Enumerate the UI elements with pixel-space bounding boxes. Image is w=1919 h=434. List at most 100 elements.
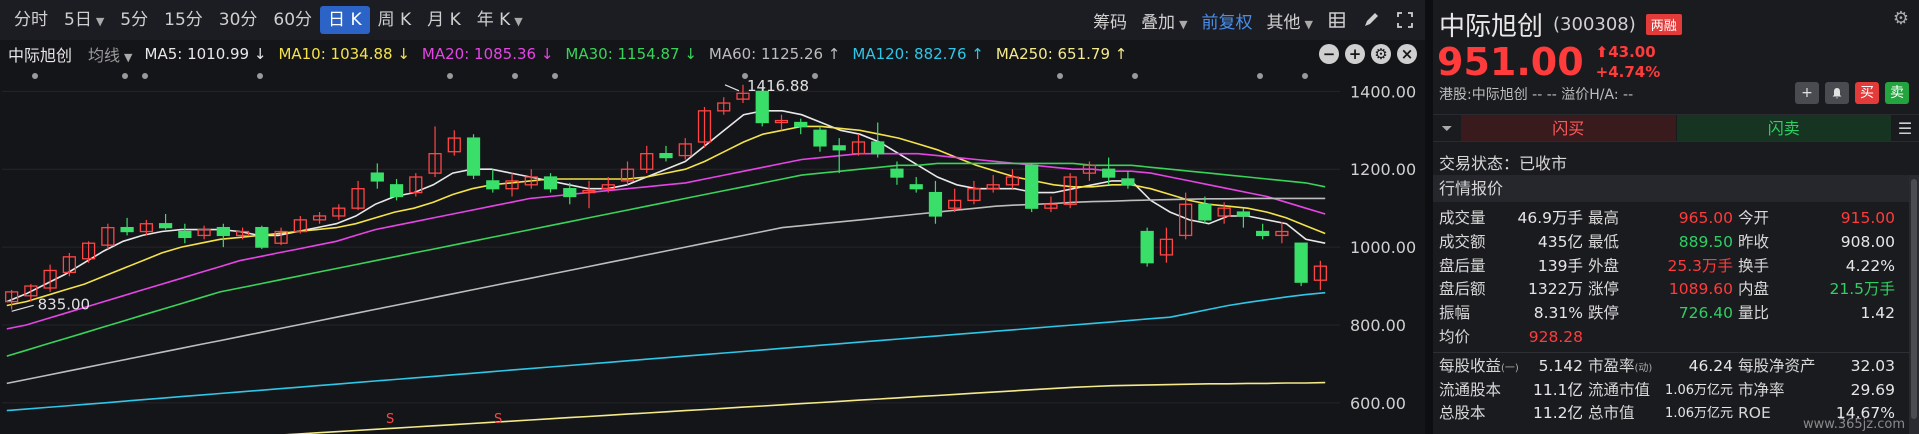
- candle[interactable]: [43, 264, 57, 292]
- candle[interactable]: [1005, 169, 1020, 189]
- candle[interactable]: [274, 227, 288, 246]
- alert-bell-button[interactable]: [1825, 82, 1849, 104]
- candle[interactable]: [813, 126, 827, 152]
- period-tab[interactable]: 5日 ▼: [56, 6, 112, 34]
- flash-sell-button[interactable]: 闪卖: [1676, 115, 1891, 141]
- candle[interactable]: [1275, 221, 1289, 244]
- candle[interactable]: [1256, 223, 1270, 240]
- chip-distribution-button[interactable]: 筹码: [1093, 8, 1127, 33]
- zoom-out-icon[interactable]: −: [1319, 44, 1339, 64]
- candle[interactable]: [697, 106, 712, 148]
- candle[interactable]: [466, 134, 481, 179]
- other-button[interactable]: 其他 ▼: [1267, 8, 1313, 33]
- add-watchlist-button[interactable]: +: [1795, 82, 1819, 104]
- quote-value: 46.9万手: [1517, 209, 1583, 227]
- adjust-button[interactable]: 前复权: [1202, 8, 1253, 33]
- candle[interactable]: [1121, 171, 1135, 189]
- candle[interactable]: [948, 188, 962, 213]
- draw-pen-icon[interactable]: [1361, 10, 1381, 30]
- watermark: www.365jz.com: [1803, 417, 1905, 432]
- sell-button[interactable]: 卖: [1885, 82, 1909, 104]
- period-tab[interactable]: 60分: [265, 6, 320, 34]
- candle[interactable]: [524, 169, 538, 189]
- flash-trade-row: ⏷ 闪买 闪卖 ☰: [1433, 114, 1919, 142]
- period-tab[interactable]: 年 K ▼: [469, 6, 531, 34]
- candle[interactable]: [717, 97, 731, 115]
- candle[interactable]: [640, 145, 654, 174]
- candle[interactable]: [216, 223, 230, 248]
- candle[interactable]: [120, 217, 134, 236]
- period-tab[interactable]: 15分: [156, 6, 211, 34]
- candle[interactable]: [447, 130, 461, 156]
- fullscreen-icon[interactable]: [1395, 10, 1415, 30]
- candle[interactable]: [774, 114, 789, 131]
- candle[interactable]: [1140, 227, 1154, 267]
- menu-icon[interactable]: ☰: [1891, 115, 1919, 141]
- kline-chart[interactable]: 1400.00 1200.00 1000.00 800.00 600.00 1416.88…: [0, 68, 1425, 434]
- flash-buy-button[interactable]: 闪买: [1461, 115, 1677, 141]
- candle[interactable]: [5, 289, 19, 310]
- candle[interactable]: [909, 177, 923, 193]
- candle-body: [1236, 211, 1251, 217]
- zoom-in-icon[interactable]: +: [1345, 44, 1365, 64]
- candle[interactable]: [986, 175, 1000, 193]
- candle[interactable]: [794, 118, 808, 135]
- candle[interactable]: [1236, 208, 1251, 228]
- candle[interactable]: [409, 173, 423, 197]
- candle[interactable]: [312, 212, 327, 224]
- gear-icon[interactable]: ⚙: [1893, 8, 1909, 29]
- quote-value: 908.00: [1840, 232, 1895, 251]
- candle[interactable]: [1159, 227, 1174, 263]
- y-tick-label: 800.00: [1350, 316, 1406, 335]
- period-tab[interactable]: 日 K: [320, 6, 370, 34]
- buy-button[interactable]: 买: [1855, 82, 1879, 104]
- candle-body: [813, 129, 827, 147]
- period-tab[interactable]: 分时: [6, 6, 56, 34]
- fundamental-label: 市盈率(动): [1588, 355, 1652, 380]
- scroll-thumb[interactable]: [1911, 179, 1917, 419]
- candle[interactable]: [967, 180, 981, 205]
- candle[interactable]: [370, 163, 384, 189]
- candle[interactable]: [582, 180, 596, 209]
- collapse-arrow-icon[interactable]: ⏷: [1433, 115, 1461, 141]
- period-tab-label: 分时: [14, 10, 48, 30]
- quote-scrollbar[interactable]: [1909, 175, 1919, 434]
- fundamental-label-text: 每股收益: [1439, 356, 1502, 375]
- candle[interactable]: [158, 214, 173, 230]
- candle[interactable]: [81, 241, 96, 263]
- close-icon[interactable]: ×: [1397, 44, 1417, 64]
- chevron-down-icon: ▼: [514, 15, 523, 28]
- candle[interactable]: [62, 252, 76, 277]
- candle[interactable]: [486, 169, 500, 193]
- candle[interactable]: [1198, 196, 1212, 224]
- candle[interactable]: [1044, 196, 1058, 213]
- candle[interactable]: [851, 134, 866, 156]
- candle[interactable]: [659, 145, 673, 162]
- chevron-down-icon: ▼: [1179, 17, 1188, 31]
- candle[interactable]: [178, 223, 192, 244]
- candle[interactable]: [255, 225, 269, 250]
- candle[interactable]: [505, 173, 519, 197]
- candle[interactable]: [1025, 163, 1039, 213]
- candle[interactable]: [1294, 242, 1308, 287]
- candle[interactable]: [351, 180, 365, 211]
- period-tab[interactable]: 周 K: [370, 6, 420, 34]
- settings-icon[interactable]: ⚙: [1371, 44, 1391, 64]
- candle[interactable]: [1313, 260, 1327, 291]
- candle[interactable]: [543, 173, 558, 193]
- candle[interactable]: [928, 180, 943, 224]
- candle[interactable]: [101, 223, 115, 250]
- candle[interactable]: [197, 225, 211, 240]
- period-tab[interactable]: 30分: [211, 6, 266, 34]
- candle[interactable]: [620, 161, 635, 185]
- candle[interactable]: [678, 138, 692, 160]
- event-dot: [512, 73, 518, 79]
- period-tab[interactable]: 5分: [112, 6, 156, 34]
- period-tab[interactable]: 月 K: [419, 6, 469, 34]
- grid-layout-icon[interactable]: [1327, 10, 1347, 30]
- quote-label: 今开: [1738, 209, 1770, 227]
- candle[interactable]: [332, 204, 346, 220]
- quote-panel: 中际旭创 (300308) 两融 ⚙ 951.00 ⬆43.00 +4.74% …: [1433, 0, 1919, 434]
- ma-selector[interactable]: 均线 ▼: [88, 42, 132, 66]
- overlay-button[interactable]: 叠加 ▼: [1141, 8, 1187, 33]
